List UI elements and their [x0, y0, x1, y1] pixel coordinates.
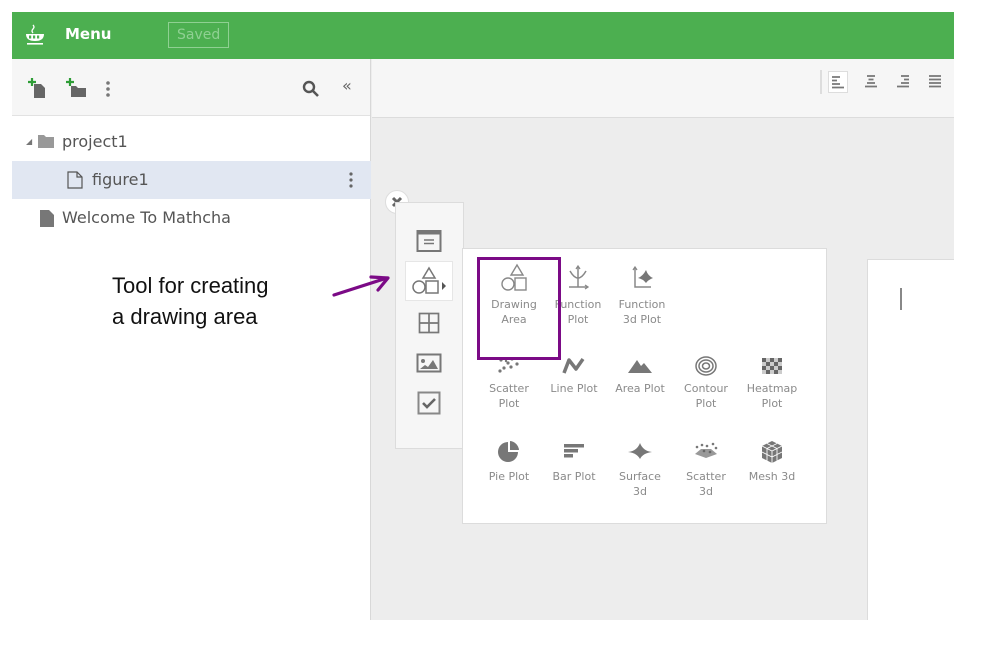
plot-label-line2: Plot [695, 397, 717, 410]
menu-button[interactable]: Menu [65, 25, 111, 43]
drawing-area-item[interactable]: Drawing Area [482, 263, 546, 327]
top-bar: Menu Saved [12, 12, 954, 59]
tree-item-project1[interactable]: ◢ project1 [12, 123, 371, 161]
line-plot-item[interactable]: Line Plot [542, 355, 606, 396]
scatter-plot-item[interactable]: Scatter Plot [477, 355, 541, 411]
plot-label-line1: Surface [619, 470, 661, 483]
table-icon [418, 312, 440, 334]
contour-plot-icon [695, 356, 717, 376]
line-plot-icon [562, 357, 585, 374]
align-justify-button[interactable] [926, 71, 946, 93]
surface-3d-icon [628, 443, 652, 459]
mesh-3d-icon [761, 441, 783, 463]
bar-plot-item[interactable]: Bar Plot [542, 439, 606, 484]
plot-label-line1: Scatter [489, 382, 529, 395]
heatmap-plot-item[interactable]: Heatmap Plot [740, 355, 804, 411]
insert-table-button[interactable] [405, 303, 453, 343]
function-3d-plot-icon [632, 265, 653, 288]
align-left-button[interactable] [828, 71, 848, 93]
folder-icon [38, 135, 54, 148]
area-plot-icon [628, 360, 652, 373]
function-3d-plot-item[interactable]: Function 3d Plot [610, 263, 674, 327]
scatter-3d-item[interactable]: Scatter 3d [674, 439, 738, 499]
plot-label-line1: Function [618, 298, 666, 311]
plot-label-line1: Bar Plot [552, 470, 596, 483]
plot-label-line2: Plot [761, 397, 783, 410]
surface-3d-item[interactable]: Surface 3d [608, 439, 672, 499]
plot-label-line2: 3d [699, 485, 713, 498]
insert-tools-panel [395, 202, 464, 449]
plot-label-line1: Function [554, 298, 602, 311]
insert-text-block-button[interactable] [405, 221, 453, 261]
annotation-callout: Tool for creating a drawing area [112, 270, 269, 332]
plot-label-line1: Pie Plot [488, 470, 530, 483]
toolbar-divider [820, 70, 822, 94]
plot-label-line1: Mesh 3d [748, 470, 796, 483]
more-vertical-icon[interactable] [348, 172, 354, 188]
editor-toolbar [372, 59, 954, 118]
contour-plot-item[interactable]: Contour Plot [674, 355, 738, 411]
plot-label-line2: 3d Plot [622, 313, 662, 326]
saved-status-badge: Saved [168, 22, 230, 48]
insert-checkbox-button[interactable] [405, 383, 453, 423]
pie-plot-icon [498, 441, 519, 462]
align-center-button[interactable] [862, 71, 882, 93]
tree-item-label: Welcome To Mathcha [62, 208, 231, 227]
align-right-icon [897, 75, 909, 88]
annotation-line1: Tool for creating [112, 273, 269, 298]
plot-label-line1: Contour [684, 382, 728, 395]
plot-label-line1: Drawing [491, 298, 537, 311]
tree-item-label: project1 [62, 132, 128, 151]
plot-label-line2: Plot [498, 397, 520, 410]
document-page[interactable] [867, 259, 954, 620]
area-plot-item[interactable]: Area Plot [608, 355, 672, 396]
align-right-button[interactable] [894, 71, 914, 93]
more-vertical-icon[interactable] [105, 81, 111, 97]
plot-label-line2: Plot [567, 313, 589, 326]
image-icon [416, 353, 442, 373]
tree-item-label: figure1 [92, 170, 149, 189]
new-file-icon[interactable] [28, 78, 46, 98]
file-sidebar: « ◢ project1 figure1 Welcome To Mathcha [12, 59, 371, 620]
insert-image-button[interactable] [405, 343, 453, 383]
collapse-double-left-icon[interactable]: « [342, 76, 352, 95]
plot-label-line1: Scatter [686, 470, 726, 483]
function-plot-item[interactable]: Function Plot [546, 263, 610, 327]
text-block-icon [416, 230, 442, 252]
expand-triangle-icon[interactable]: ◢ [26, 123, 32, 161]
annotation-arrow-icon [332, 275, 390, 297]
plot-label-line1: Heatmap [746, 382, 798, 395]
file-outline-icon [67, 171, 83, 189]
file-icon [40, 210, 54, 227]
drawing-area-icon [501, 263, 527, 291]
insert-shapes-button[interactable] [405, 261, 453, 301]
new-folder-icon[interactable] [66, 78, 86, 98]
heatmap-plot-icon [762, 358, 782, 374]
plot-types-panel: Drawing Area Function Plot Function 3d Plot… [462, 248, 827, 524]
annotation-line2: a drawing area [112, 304, 258, 329]
function-plot-icon [569, 264, 590, 290]
search-icon[interactable] [302, 80, 320, 98]
align-center-icon [865, 75, 877, 88]
align-justify-icon [929, 75, 941, 88]
text-cursor [900, 288, 902, 310]
checkbox-icon [417, 391, 441, 415]
tree-item-welcome[interactable]: Welcome To Mathcha [12, 199, 371, 237]
plot-label-line1: Area Plot [615, 382, 665, 395]
mesh-3d-item[interactable]: Mesh 3d [740, 439, 804, 484]
shapes-icon [412, 266, 446, 294]
plot-label-line1: Line Plot [550, 382, 598, 395]
coffee-cup-icon[interactable] [24, 24, 46, 46]
plot-label-line2: 3d [633, 485, 647, 498]
plot-label-line2: Area [501, 313, 527, 326]
tree-item-figure1[interactable]: figure1 [12, 161, 371, 199]
pie-plot-item[interactable]: Pie Plot [477, 439, 541, 484]
scatter-plot-icon [498, 357, 519, 373]
bar-plot-icon [564, 444, 584, 458]
sidebar-toolbar: « [12, 59, 370, 116]
align-left-icon [832, 76, 844, 89]
scatter-3d-icon [695, 442, 718, 458]
